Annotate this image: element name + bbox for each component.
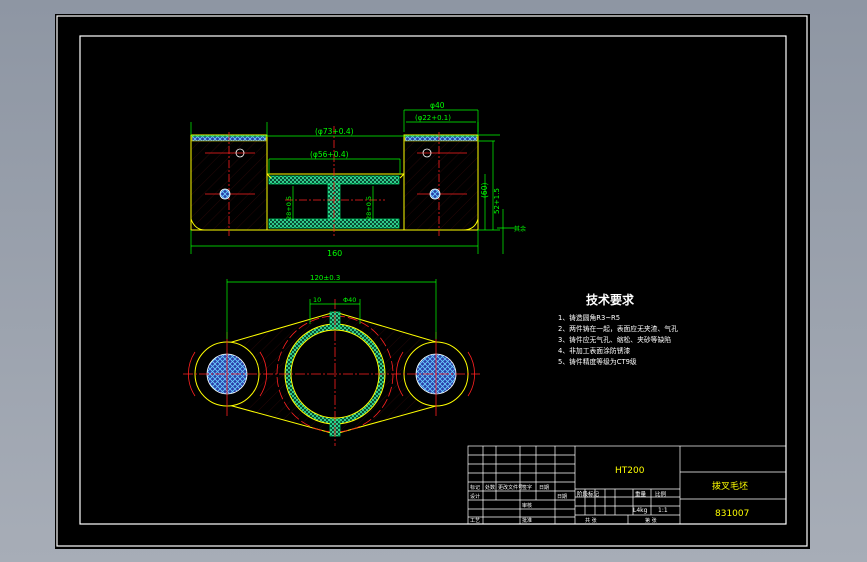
tb-process: 工艺 <box>470 518 480 524</box>
tb-approve: 批准 <box>522 517 532 524</box>
dim-top-d40: Φ40 <box>343 296 356 304</box>
requirement-item: 1、铸造圆角R3~R5 <box>558 313 620 322</box>
weight-label: 重量 <box>635 490 647 498</box>
front-view: (φ73+0.4) (φ56+0.4) φ40 (φ22+0.1) 160 (6… <box>190 101 526 258</box>
stage-mark-label: 阶段标记 <box>577 490 600 498</box>
left-pin-hole <box>219 188 231 200</box>
requirement-item: 2、两件铸在一起，表面应无夹渣、气孔 <box>558 324 678 333</box>
dim-160: 160 <box>327 249 342 258</box>
tb-row-label: 标记 <box>470 484 480 491</box>
dim-side-h: 52+1.5 <box>493 188 501 214</box>
right-boss <box>403 134 479 231</box>
requirement-item: 3、铸件应无气孔、缩松、夹砂等缺陷 <box>558 335 671 344</box>
cad-viewport[interactable]: (φ73+0.4) (φ56+0.4) φ40 (φ22+0.1) 160 (6… <box>0 0 867 562</box>
right-pin-hole <box>429 188 441 200</box>
scale-label: 比例 <box>655 490 667 498</box>
tb-row-label: 更改文件号 <box>498 484 523 491</box>
dim-d73: (φ73+0.4) <box>315 127 354 136</box>
weight: L4kg <box>633 507 648 514</box>
dim-60: (60) <box>480 183 489 198</box>
requirement-item: 5、铸件精度等级为CT9级 <box>558 357 637 366</box>
dim-d56: (φ56+0.4) <box>310 150 349 159</box>
dim-d22: (φ22+0.1) <box>415 114 451 122</box>
tb-design: 设计 <box>470 493 480 500</box>
tb-review: 审核 <box>522 502 532 509</box>
drawing-svg: (φ73+0.4) (φ56+0.4) φ40 (φ22+0.1) 160 (6… <box>56 15 808 547</box>
requirements-title: 技术要求 <box>586 292 635 307</box>
dim-r10: 10 <box>313 296 321 304</box>
outer-frame <box>56 15 808 547</box>
tb-row-label: 签字 <box>522 484 532 491</box>
requirement-item: 4、非加工表面涂防锈漆 <box>558 346 630 355</box>
surface-note: 其余 <box>514 225 526 233</box>
material: HT200 <box>615 466 645 476</box>
tb-row-label: 日期 <box>539 485 549 491</box>
part-name: 拨叉毛坯 <box>712 480 748 492</box>
dim-d40: φ40 <box>430 101 445 110</box>
tb-sheet2: 第 张 <box>645 517 657 524</box>
drawing-number: 831007 <box>715 509 749 519</box>
top-view: 120±0.3 10 Φ40 <box>183 274 480 446</box>
dim-inner-h1: 28+0.5 <box>285 196 293 220</box>
dim-inner-h2: 28+0.5 <box>365 196 373 220</box>
dim-120: 120±0.3 <box>310 274 340 282</box>
drawing-canvas[interactable]: (φ73+0.4) (φ56+0.4) φ40 (φ22+0.1) 160 (6… <box>55 14 810 549</box>
tb-row-label: 处数 <box>485 484 495 491</box>
technical-requirements: 技术要求 1、铸造圆角R3~R5 2、两件铸在一起，表面应无夹渣、气孔 3、铸件… <box>558 292 678 366</box>
tb-sheet: 共 张 <box>585 517 597 524</box>
tb-date: 日期 <box>557 494 567 500</box>
scale: 1:1 <box>658 507 668 514</box>
